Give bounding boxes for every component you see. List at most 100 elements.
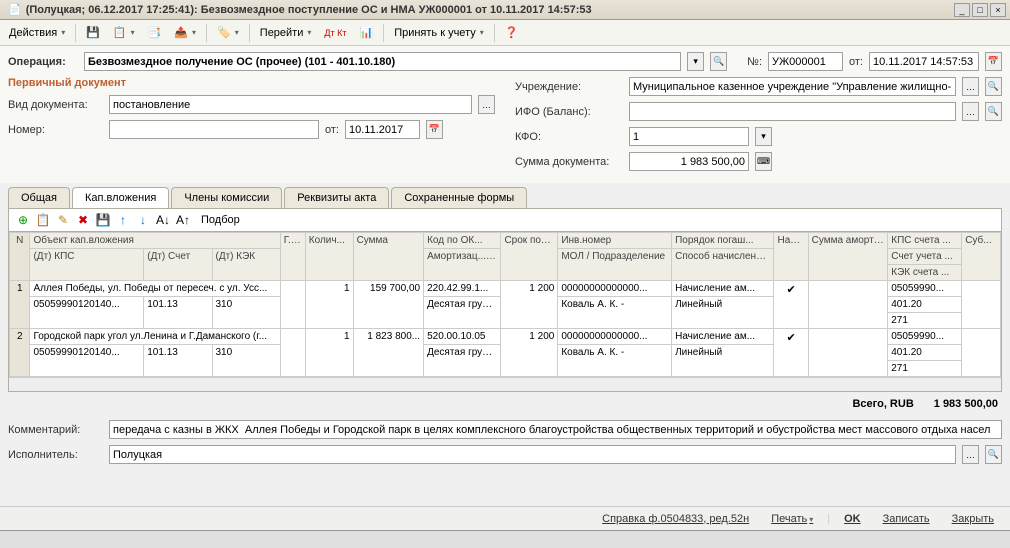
edit-row-icon[interactable]: ✎ [55,212,71,228]
col-amort[interactable]: Амортизац... группа [424,249,501,281]
exec-select[interactable]: … [962,445,979,464]
tab-general[interactable]: Общая [8,187,70,208]
sum-field[interactable] [629,152,749,171]
window-title: (Полуцкая; 06.12.2017 17:25:41): Безвозм… [26,4,592,16]
tab-forms[interactable]: Сохраненные формы [391,187,527,208]
col-poryadok[interactable]: Порядок погаш... [672,233,774,249]
col-dtkps[interactable]: (Дт) КПС [30,249,144,281]
structure-icon[interactable]: 🏷️ [212,23,244,43]
col-qty[interactable]: Колич... [305,233,353,281]
number-field[interactable] [109,120,319,139]
table-row[interactable]: 1 Аллея Победы, ул. Победы от пересеч. с… [10,281,1001,297]
horizontal-scrollbar[interactable] [9,377,1001,391]
col-sposob[interactable]: Способ начисления ... [672,249,774,281]
from-label: от: [849,56,863,68]
pd-date-field[interactable] [345,120,420,139]
pd-from-label: от: [325,124,339,136]
date-field[interactable] [869,52,979,71]
col-dtsch[interactable]: (Дт) Счет [144,249,212,281]
primary-doc-section: Первичный документ [8,77,495,89]
report-icon[interactable]: 📊 [354,23,378,43]
org-field[interactable] [629,77,956,96]
org-search[interactable]: 🔍 [985,77,1002,96]
doc-type-select[interactable]: … [478,95,495,114]
table-row[interactable]: 2 Городской парк угол ул.Ленина и Г.Дама… [10,329,1001,345]
copy-row-icon[interactable]: 📋 [35,212,51,228]
col-schu[interactable]: Счет учета ... [888,249,962,265]
comment-field[interactable] [109,420,1002,439]
check-icon: ✔ [786,331,796,344]
totals-value: 1 983 500,00 [934,398,998,410]
col-dtkek[interactable]: (Дт) КЭК [212,249,280,281]
operation-search[interactable]: 🔍 [710,52,727,71]
date-picker-icon[interactable]: 📅 [985,52,1002,71]
col-sum[interactable]: Сумма [353,233,424,281]
col-sub[interactable]: Суб... [962,233,1001,281]
org-label: Учреждение: [515,81,623,93]
sum-calc-icon[interactable]: ⌨ [755,152,772,171]
copy-icon[interactable]: 📑 [143,23,167,43]
ok-button[interactable]: OK [836,511,869,527]
operation-field[interactable] [84,52,681,71]
tab-act[interactable]: Реквизиты акта [284,187,389,208]
col-ok[interactable]: Код по ОК... [424,233,501,249]
col-n[interactable]: N [10,233,30,281]
post-icon[interactable]: 📤 [169,23,201,43]
ifo-select[interactable]: … [962,102,979,121]
col-g[interactable]: Г... у... [280,233,305,281]
print-button[interactable]: Печать [763,511,821,527]
move-down-icon[interactable]: ↓ [135,212,151,228]
help-icon[interactable]: ❓ [500,23,524,43]
accept-button[interactable]: Принять к учету [389,23,489,43]
tab-capital[interactable]: Кап.вложения [72,187,169,208]
ifo-field[interactable] [629,102,956,121]
save-rows-icon[interactable]: 💾 [95,212,111,228]
exec-field[interactable] [109,445,956,464]
add-row-icon[interactable]: ⊕ [15,212,31,228]
help-link[interactable]: Справка ф.0504833, ред.52н [594,511,757,527]
tabs: Общая Кап.вложения Члены комиссии Реквиз… [0,187,1010,208]
dtkt-button[interactable]: Дт Кт [319,23,351,43]
add-icon[interactable]: 📋 [108,23,140,43]
kfo-field[interactable] [629,127,749,146]
save-button[interactable]: Записать [875,511,938,527]
operation-dropdown[interactable]: ▾ [687,52,704,71]
pick-button[interactable]: Подбор [201,214,240,226]
col-kek2[interactable]: КЭК счета ... [888,265,962,281]
exec-search[interactable]: 🔍 [985,445,1002,464]
doc-type-field[interactable] [109,95,472,114]
col-nach[interactable]: Нач... амо... [774,233,808,281]
goto-menu[interactable]: Перейти [255,23,317,43]
kfo-dropdown[interactable]: ▾ [755,127,772,146]
col-srok[interactable]: Срок полезн... испо... [501,233,558,281]
number-label: Номер: [8,124,103,136]
num-field[interactable] [768,52,843,71]
save-icon[interactable]: 💾 [81,23,105,43]
maximize-button[interactable]: □ [972,3,988,17]
sort-desc-icon[interactable]: A↑ [175,212,191,228]
kfo-label: КФО: [515,131,623,143]
operation-label: Операция: [8,56,78,68]
taskbar [0,530,1010,548]
col-object[interactable]: Объект кап.вложения [30,233,280,249]
col-mol[interactable]: МОЛ / Подразделение [558,249,672,281]
pd-date-picker-icon[interactable]: 📅 [426,120,443,139]
org-select[interactable]: … [962,77,979,96]
actions-menu[interactable]: Действия [4,23,70,43]
move-up-icon[interactable]: ↑ [115,212,131,228]
col-kps[interactable]: КПС счета ... [888,233,962,249]
delete-row-icon[interactable]: ✖ [75,212,91,228]
check-icon: ✔ [786,283,796,296]
ifo-search[interactable]: 🔍 [985,102,1002,121]
col-sam[interactable]: Сумма амортизации [808,233,888,281]
app-icon: 📄 [8,3,22,16]
close-footer-button[interactable]: Закрыть [944,511,1002,527]
doc-type-label: Вид документа: [8,99,103,111]
tab-commission[interactable]: Члены комиссии [171,187,282,208]
sort-asc-icon[interactable]: A↓ [155,212,171,228]
close-button[interactable]: × [990,3,1006,17]
minimize-button[interactable]: _ [954,3,970,17]
grid-toolbar: ⊕ 📋 ✎ ✖ 💾 ↑ ↓ A↓ A↑ Подбор [8,208,1002,232]
col-inv[interactable]: Инв.номер [558,233,672,249]
sum-label: Сумма документа: [515,156,623,168]
